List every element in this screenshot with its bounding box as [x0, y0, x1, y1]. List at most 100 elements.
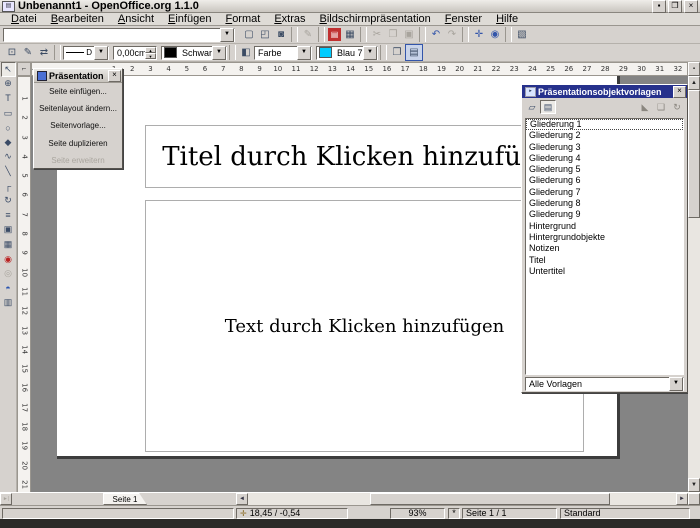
- zoom-button[interactable]: ◉: [487, 27, 503, 42]
- export-pdf-button[interactable]: ▤: [328, 28, 341, 41]
- zoom-tool[interactable]: ⊕: [1, 77, 16, 92]
- update-style-button[interactable]: ↻: [669, 100, 685, 114]
- paint-can-icon[interactable]: ◧: [238, 45, 254, 60]
- ellipse-tool[interactable]: ○: [1, 120, 16, 135]
- minimize-button[interactable]: ▪: [652, 0, 666, 13]
- body-placeholder[interactable]: Text durch Klicken hinzufügen: [145, 200, 584, 452]
- paste-button[interactable]: ▣: [401, 27, 417, 42]
- menu-item[interactable]: Bearbeiten: [44, 13, 111, 25]
- text-tool[interactable]: T: [1, 91, 16, 106]
- palette-command[interactable]: Seite duplizieren: [34, 135, 122, 152]
- gallery-button[interactable]: ▧: [514, 27, 530, 42]
- style-list-item[interactable]: Gliederung 7: [526, 187, 683, 198]
- arrange-tool[interactable]: ▣: [1, 223, 16, 238]
- menu-item[interactable]: Fenster: [438, 13, 489, 25]
- style-list-item[interactable]: Gliederung 3: [526, 142, 683, 153]
- url-combobox[interactable]: ▼: [3, 28, 235, 42]
- style-list-item[interactable]: Gliederung 1: [526, 119, 683, 130]
- interaction-tool[interactable]: ◎: [1, 266, 16, 281]
- scroll-down-icon[interactable]: ▼: [688, 478, 700, 492]
- new-document-button[interactable]: ▢: [241, 27, 257, 42]
- insert-tool[interactable]: ▦: [1, 237, 16, 252]
- fill-style-select[interactable]: Farbe ▼: [254, 46, 312, 60]
- style-list-item[interactable]: Gliederung 2: [526, 130, 683, 141]
- menu-item[interactable]: Extras: [267, 13, 312, 25]
- combo-arrow-icon[interactable]: ▼: [363, 46, 377, 60]
- menu-item[interactable]: Ansicht: [111, 13, 161, 25]
- palette-command[interactable]: Seitenlayout ändern...: [34, 100, 122, 117]
- objects3d-tool[interactable]: ◆: [1, 135, 16, 150]
- close-icon[interactable]: ×: [108, 70, 121, 82]
- line-style-select[interactable]: D ▼: [63, 46, 109, 60]
- style-list-item[interactable]: Gliederung 8: [526, 198, 683, 209]
- menu-item[interactable]: Format: [218, 13, 267, 25]
- style-list-item[interactable]: Titel: [526, 255, 683, 266]
- style-list-item[interactable]: Hintergrund: [526, 221, 683, 232]
- menu-item[interactable]: Bildschirmpräsentation: [313, 13, 438, 25]
- alignment-tool[interactable]: ≡: [1, 208, 16, 223]
- horizontal-ruler[interactable]: 1234567891011121314151617181920212223242…: [31, 62, 688, 76]
- palette-command[interactable]: Seite erweitern: [34, 152, 122, 169]
- connector-tool[interactable]: ┌: [1, 179, 16, 194]
- maximize-button[interactable]: ❐: [668, 0, 682, 13]
- stylist-titlebar[interactable]: ▸ Präsentationsobjektvorlagen ×: [522, 85, 687, 98]
- rotate-tool[interactable]: ↻: [1, 193, 16, 208]
- redo-button[interactable]: ↷: [444, 27, 460, 42]
- new-style-button[interactable]: ❑: [653, 100, 669, 114]
- menu-item[interactable]: Hilfe: [489, 13, 525, 25]
- effects-tool[interactable]: ◉: [1, 252, 16, 267]
- status-zoom-field[interactable]: 93%: [390, 508, 445, 519]
- controller3d-tool[interactable]: ◓: [1, 281, 16, 296]
- shadow-icon[interactable]: ❐: [389, 45, 405, 60]
- vertical-scroll-thumb[interactable]: [688, 90, 700, 218]
- cut-button[interactable]: ✂: [369, 27, 385, 42]
- edit-file-button[interactable]: ✎: [300, 27, 316, 42]
- style-list-item[interactable]: Notizen: [526, 243, 683, 254]
- combo-arrow-icon[interactable]: ▼: [669, 377, 683, 391]
- combo-arrow-icon[interactable]: ▼: [94, 46, 108, 60]
- presentation-styles-button[interactable]: ▤: [540, 100, 556, 114]
- save-button[interactable]: ◙: [273, 27, 289, 42]
- stylist-toggle-icon[interactable]: ▤: [405, 44, 423, 61]
- select-tool[interactable]: ↖: [1, 62, 16, 77]
- style-list-item[interactable]: Gliederung 4: [526, 153, 683, 164]
- style-list-item[interactable]: Gliederung 6: [526, 175, 683, 186]
- tab-last-button[interactable]: ►|: [0, 493, 12, 505]
- line-color-select[interactable]: Schwarz ▼: [161, 46, 227, 60]
- combo-arrow-icon[interactable]: ▼: [212, 46, 226, 60]
- fill-color-select[interactable]: Blau 7 ▼: [316, 46, 378, 60]
- style-filter-select[interactable]: Alle Vorlagen ▼: [525, 377, 684, 391]
- close-button[interactable]: ×: [684, 0, 698, 13]
- style-list-item[interactable]: Gliederung 5: [526, 164, 683, 175]
- curve-tool[interactable]: ∿: [1, 150, 16, 165]
- graphics-styles-button[interactable]: ▱: [524, 100, 540, 114]
- copy-button[interactable]: ❐: [385, 27, 401, 42]
- rectangle-tool[interactable]: ▭: [1, 106, 16, 121]
- arrow-style-icon[interactable]: ⇄: [36, 45, 52, 60]
- navigator-button[interactable]: ✛: [471, 27, 487, 42]
- style-list-item[interactable]: Gliederung 9: [526, 209, 683, 220]
- menu-item[interactable]: Datei: [4, 13, 44, 25]
- presentation-palette-titlebar[interactable]: Präsentation ×: [34, 69, 122, 83]
- scroll-up-icon[interactable]: ▲: [688, 76, 700, 90]
- menu-item[interactable]: Einfügen: [161, 13, 218, 25]
- style-list-item[interactable]: Untertitel: [526, 266, 683, 277]
- open-button[interactable]: ◰: [257, 27, 273, 42]
- ruler-toggle-button[interactable]: ▪: [688, 62, 700, 76]
- presentation-box-tool[interactable]: ▥: [1, 296, 16, 311]
- pen-icon[interactable]: ✎: [20, 45, 36, 60]
- undo-button[interactable]: ↶: [428, 27, 444, 42]
- palette-command[interactable]: Seite einfügen...: [34, 83, 122, 100]
- scroll-right-icon[interactable]: ►: [676, 493, 688, 505]
- scroll-left-icon[interactable]: ◄: [236, 493, 248, 505]
- combo-arrow-icon[interactable]: ▼: [297, 46, 311, 60]
- close-icon[interactable]: ×: [673, 86, 686, 98]
- horizontal-scroll-thumb[interactable]: [370, 493, 610, 505]
- print-button[interactable]: ▦: [342, 27, 358, 42]
- page-tab[interactable]: Seite 1: [103, 493, 147, 505]
- spin-down-icon[interactable]: ▼: [145, 53, 156, 59]
- fill-format-mode-button[interactable]: ◣: [637, 100, 653, 114]
- vertical-ruler[interactable]: 123456789101112131415161718192021: [17, 76, 31, 494]
- lines-arrows-tool[interactable]: ╲: [1, 164, 16, 179]
- style-list-item[interactable]: Hintergrundobjekte: [526, 232, 683, 243]
